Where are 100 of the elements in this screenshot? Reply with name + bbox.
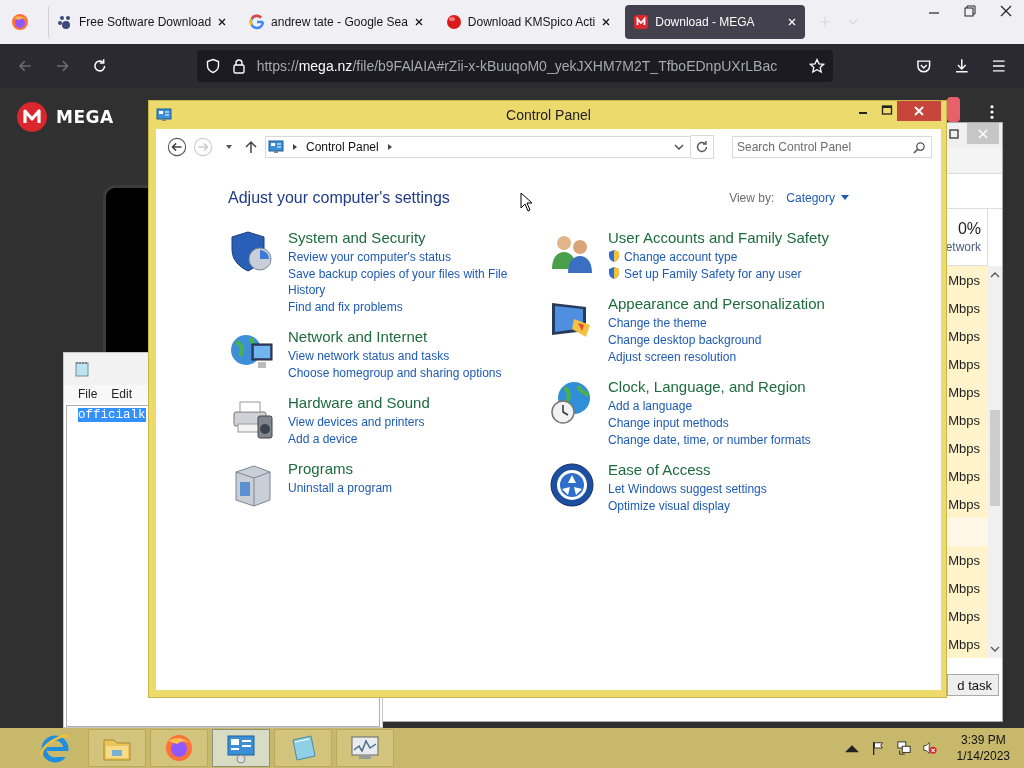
up-icon[interactable] [245, 140, 257, 154]
close-icon[interactable] [413, 17, 424, 27]
shield-icon[interactable] [204, 58, 221, 74]
category-link[interactable]: Programs [288, 460, 524, 477]
clock[interactable]: 3:39 PM 1/14/2023 [956, 732, 1010, 764]
restore-icon[interactable] [964, 5, 976, 17]
taskbar-button[interactable] [336, 729, 394, 767]
task-link[interactable]: Add a language [608, 398, 693, 414]
table-cell: Mbps [947, 406, 988, 434]
category-link[interactable]: Hardware and Sound [288, 394, 524, 411]
task-link[interactable]: Review your computer's status [288, 249, 452, 265]
notepad-icon [74, 361, 90, 377]
task-link[interactable]: Uninstall a program [288, 480, 393, 496]
speaker-icon[interactable] [922, 741, 937, 755]
table-cell [947, 518, 988, 546]
task-link[interactable]: Set up Family Safety for any user [624, 266, 802, 282]
flag-icon[interactable] [870, 741, 885, 755]
category-link[interactable]: Ease of Access [608, 461, 844, 478]
page-heading: Adjust your computer's settings [228, 189, 450, 207]
mega-logo-icon [16, 101, 48, 133]
scroll-up-icon[interactable] [990, 272, 1000, 278]
task-link[interactable]: Change date, time, or number formats [608, 432, 811, 448]
search-field[interactable]: Search Control Panel [732, 136, 932, 158]
category-link[interactable]: System and Security [288, 229, 524, 246]
close-icon[interactable] [601, 17, 612, 27]
end-task-button[interactable]: d task [947, 674, 999, 696]
back-icon[interactable] [167, 137, 187, 157]
table-cell: Mbps [947, 574, 988, 602]
mega-icon [633, 14, 650, 30]
window-title: Control Panel [506, 107, 591, 123]
task-link[interactable]: Change desktop background [608, 332, 762, 348]
more-icon[interactable] [990, 105, 994, 119]
action-button[interactable] [947, 97, 960, 122]
browser-tab[interactable]: Free Software Download [48, 5, 236, 39]
task-link[interactable]: Adjust screen resolution [608, 349, 737, 365]
task-link[interactable]: Change input methods [608, 415, 729, 431]
browser-tab[interactable]: Download KMSpico Acti [437, 5, 620, 39]
task-link[interactable]: Change the theme [608, 315, 707, 331]
control-panel-icon [225, 732, 257, 764]
lock-icon[interactable] [230, 58, 247, 74]
address-bar[interactable]: https://mega.nz/file/b9FAlAIA#rZii-x-kBuuqoM0_yekJXHM7M2T_TfboEDnpUXrLBac [196, 50, 834, 82]
scroll-thumb[interactable] [990, 410, 1000, 506]
table-cell: Mbps [947, 378, 988, 406]
view-by-dropdown[interactable]: Category [786, 191, 849, 205]
category-link[interactable]: Clock, Language, and Region [608, 378, 844, 395]
close-icon[interactable] [217, 17, 228, 27]
task-link[interactable]: Find and fix problems [288, 299, 403, 315]
star-icon[interactable] [809, 58, 826, 74]
task-link[interactable]: Let Windows suggest settings [608, 481, 767, 497]
close-button[interactable] [897, 101, 941, 121]
table-cell: Mbps [947, 490, 988, 518]
caret-icon [841, 195, 849, 201]
network-icon[interactable] [896, 741, 911, 755]
url-text: https://mega.nz/file/b9FAlAIA#rZii-x-kBuuqoM0_yekJXHM7M2T_TfboEDnpUXrLBac [256, 58, 779, 74]
browser-e-icon [39, 732, 71, 764]
table-cell: Mbps [947, 602, 988, 630]
task-link[interactable]: Choose homegroup and sharing options [288, 365, 502, 381]
close-icon [914, 106, 924, 116]
task-link[interactable]: Optimize visual display [608, 498, 731, 514]
taskbar-button[interactable] [212, 729, 270, 767]
scroll-down-icon[interactable] [990, 646, 1000, 652]
task-link[interactable]: Change account type [624, 249, 738, 265]
category-link[interactable]: User Accounts and Family Safety [608, 229, 844, 246]
browser-tab[interactable]: Download - MEGA [625, 5, 806, 39]
paw-icon [57, 14, 73, 30]
ball-icon [445, 14, 462, 30]
menu-item[interactable]: Edit [111, 387, 133, 401]
table-cell: Mbps [947, 630, 988, 658]
maximize-icon[interactable] [949, 129, 959, 139]
maximize-icon[interactable] [881, 104, 893, 116]
close-icon[interactable] [1000, 5, 1012, 17]
table-cell: Mbps [947, 434, 988, 462]
task-link[interactable]: Add a device [288, 431, 358, 447]
control-panel-icon [156, 107, 172, 123]
logo-text: MEGA [56, 107, 114, 127]
table-cell: Mbps [947, 322, 988, 350]
accessibility-icon[interactable] [548, 461, 596, 509]
category-link[interactable]: Network and Internet [288, 328, 524, 345]
cursor-icon [520, 192, 532, 212]
firefox-icon [163, 732, 195, 764]
address-bar[interactable]: Control Panel [265, 136, 691, 158]
editor-text: officialk [78, 408, 146, 422]
google-icon [249, 14, 266, 30]
firefox-icon[interactable] [10, 12, 30, 32]
close-icon[interactable] [787, 17, 798, 27]
scrollbar[interactable] [988, 266, 1002, 658]
task-link[interactable]: View network status and tasks [288, 348, 450, 364]
table-cell: Mbps [947, 266, 988, 294]
refresh-icon[interactable] [691, 135, 714, 159]
category-link[interactable]: Appearance and Personalization [608, 295, 844, 312]
dropdown-icon[interactable] [225, 143, 233, 151]
table-cell: Mbps [947, 350, 988, 378]
task-link[interactable]: View devices and printers [288, 414, 425, 430]
browser-tab[interactable]: andrew tate - Google Sea [241, 5, 432, 39]
menu-item[interactable]: File [78, 387, 98, 401]
task-link[interactable]: Save backup copies of your files with File History [288, 266, 524, 298]
view-by-label: View by: [729, 191, 775, 205]
table-cell: Mbps [947, 294, 988, 322]
table-cell: Mbps [947, 546, 988, 574]
table-cell: Mbps [947, 462, 988, 490]
